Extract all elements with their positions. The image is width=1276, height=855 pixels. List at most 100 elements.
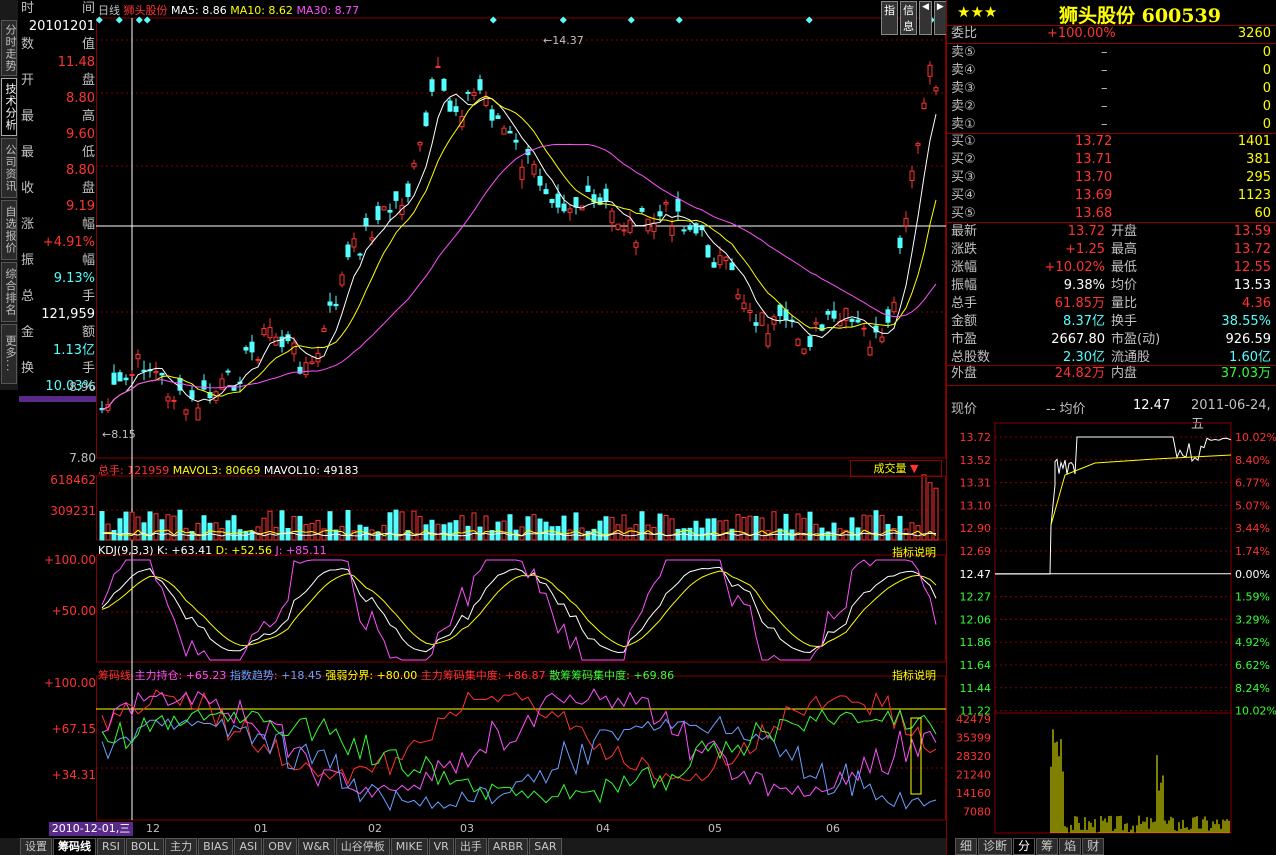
level-label: 买② bbox=[951, 152, 976, 167]
info-button[interactable]: 信息 bbox=[900, 1, 917, 35]
candle-body bbox=[471, 91, 477, 96]
level-label: 买④ bbox=[951, 188, 976, 203]
chip-explain-link[interactable]: 指标说明 bbox=[892, 667, 936, 683]
high-mark-value: 14.37 bbox=[552, 34, 584, 47]
tab-company-info[interactable]: 公司资讯 bbox=[1, 138, 17, 198]
tab-flame[interactable]: 焰 bbox=[1059, 838, 1082, 855]
candle-body bbox=[327, 301, 333, 306]
candle-body bbox=[639, 207, 645, 212]
stat-value: 12.55 bbox=[1233, 260, 1271, 275]
intraday-pct-tick: 6.77% bbox=[1235, 477, 1270, 490]
stat-row: 涨跌 +1.25 最高 13.72 bbox=[949, 241, 1275, 259]
tab-detail[interactable]: 细 bbox=[955, 838, 978, 855]
kdj-explain-link[interactable]: 指标说明 bbox=[892, 544, 936, 560]
stat-value: 9.38% bbox=[1063, 278, 1105, 293]
volume-header: 总手: 121959 MAVOL3: 80669 MAVOL10: 49183 bbox=[98, 462, 358, 478]
tab-asi[interactable]: ASI bbox=[234, 838, 263, 855]
candle-body bbox=[741, 302, 747, 310]
volume-total: 总手: 121959 bbox=[98, 464, 170, 477]
tab-chip-line[interactable]: 筹码线 bbox=[53, 838, 96, 855]
tab-wr[interactable]: W&R bbox=[297, 838, 335, 855]
kdj-label-100: +100.00 bbox=[43, 553, 96, 567]
volume-bar bbox=[759, 517, 765, 541]
tab-boll[interactable]: BOLL bbox=[125, 838, 165, 855]
label: 数 bbox=[21, 37, 35, 52]
scroll-left-icon[interactable]: ◀ bbox=[919, 1, 932, 35]
label: 额 bbox=[81, 325, 95, 340]
level-price: – bbox=[1101, 45, 1108, 60]
candle-body bbox=[909, 170, 915, 181]
sell-row: 卖④ – 0 bbox=[949, 62, 1275, 80]
intraday-avg-line bbox=[1050, 454, 1232, 526]
candle-body bbox=[759, 312, 765, 326]
candle-body bbox=[753, 322, 759, 326]
volume-bar bbox=[459, 515, 465, 541]
tab-minute[interactable]: 分 bbox=[1013, 838, 1036, 855]
candle-body bbox=[465, 91, 471, 94]
intraday-price-tick: 11.64 bbox=[960, 659, 992, 672]
volume-bar bbox=[117, 518, 123, 541]
tab-obv[interactable]: OBV bbox=[263, 838, 297, 855]
candle-body bbox=[453, 106, 459, 113]
amt-row: 金额 bbox=[19, 324, 97, 342]
label: 手 bbox=[81, 361, 95, 376]
kdj-k-line bbox=[101, 566, 937, 653]
month-tick: 03 bbox=[460, 822, 474, 835]
volume-bar bbox=[747, 515, 753, 541]
tab-mike[interactable]: MIKE bbox=[390, 838, 428, 855]
indicator-dropdown[interactable]: 成交量 ▼ bbox=[850, 460, 942, 477]
scroll-right-icon[interactable]: ▶ bbox=[933, 1, 947, 35]
level-volume: 60 bbox=[1254, 206, 1271, 221]
chart-canvas[interactable] bbox=[96, 0, 946, 822]
ma10-line bbox=[101, 95, 937, 411]
label: 开 bbox=[21, 73, 35, 88]
tab-ranking[interactable]: 综合排名 bbox=[1, 262, 17, 322]
tab-chip[interactable]: 筹 bbox=[1036, 838, 1059, 855]
main-chart-area[interactable]: 日线 狮头股份 MA5: 8.86 MA10: 8.62 MA30: 8.77 … bbox=[49, 0, 947, 836]
volume-bar bbox=[645, 524, 651, 541]
tab-valley[interactable]: 山谷停板 bbox=[335, 838, 390, 855]
candle-body bbox=[831, 310, 837, 319]
volume-bar bbox=[813, 523, 819, 541]
tab-rsi[interactable]: RSI bbox=[97, 838, 125, 855]
tab-sar[interactable]: SAR bbox=[529, 838, 562, 855]
tab-bias[interactable]: BIAS bbox=[198, 838, 234, 855]
tab-main-force[interactable]: 主力 bbox=[165, 838, 198, 855]
buy-row: 买⑤ 13.68 60 bbox=[949, 205, 1275, 223]
outer-volume: 24.82万 bbox=[1054, 366, 1105, 381]
volume-bar bbox=[897, 515, 903, 541]
indicator-button[interactable]: 指 bbox=[881, 1, 898, 35]
tab-finance[interactable]: 财 bbox=[1082, 838, 1105, 855]
label: 金 bbox=[21, 325, 35, 340]
label: 外盘 bbox=[951, 366, 978, 381]
value-top: 11.48 bbox=[57, 55, 95, 70]
candle-body bbox=[357, 253, 363, 256]
volume-bar bbox=[357, 524, 363, 541]
intraday-chart[interactable]: 13.72 10.02% 13.52 8.40% 13.31 6.77% 13.10 5.07… bbox=[947, 415, 1276, 835]
candle-body bbox=[495, 115, 501, 120]
high-value: 9.60 bbox=[66, 127, 95, 142]
candle-body bbox=[903, 218, 909, 227]
candle-body bbox=[567, 208, 573, 213]
tab-settings[interactable]: 设置 bbox=[20, 838, 52, 855]
tab-out[interactable]: 出手 bbox=[454, 838, 487, 855]
tab-watchlist[interactable]: 自选报价 bbox=[1, 200, 17, 260]
candle-body bbox=[387, 209, 393, 213]
tab-more[interactable]: 更多... bbox=[1, 324, 17, 384]
candle-body bbox=[111, 372, 117, 385]
turn-row: 换手 bbox=[19, 360, 97, 378]
tab-technical[interactable]: 技术分析 bbox=[1, 78, 17, 136]
volume-bar bbox=[621, 514, 627, 541]
tab-diagnose[interactable]: 诊断 bbox=[978, 838, 1013, 855]
period-label: 日线 bbox=[98, 4, 120, 17]
candle-body bbox=[795, 338, 801, 346]
stat-label: 最低 bbox=[1111, 260, 1138, 275]
candle-body bbox=[267, 327, 273, 339]
candle-body bbox=[711, 262, 717, 268]
volume-bar bbox=[525, 516, 531, 541]
candle-body bbox=[435, 65, 441, 68]
tab-arbr[interactable]: ARBR bbox=[487, 838, 529, 855]
tab-vr[interactable]: VR bbox=[428, 838, 454, 855]
tab-intraday[interactable]: 分时走势 bbox=[1, 20, 17, 76]
candle-body bbox=[165, 396, 171, 402]
